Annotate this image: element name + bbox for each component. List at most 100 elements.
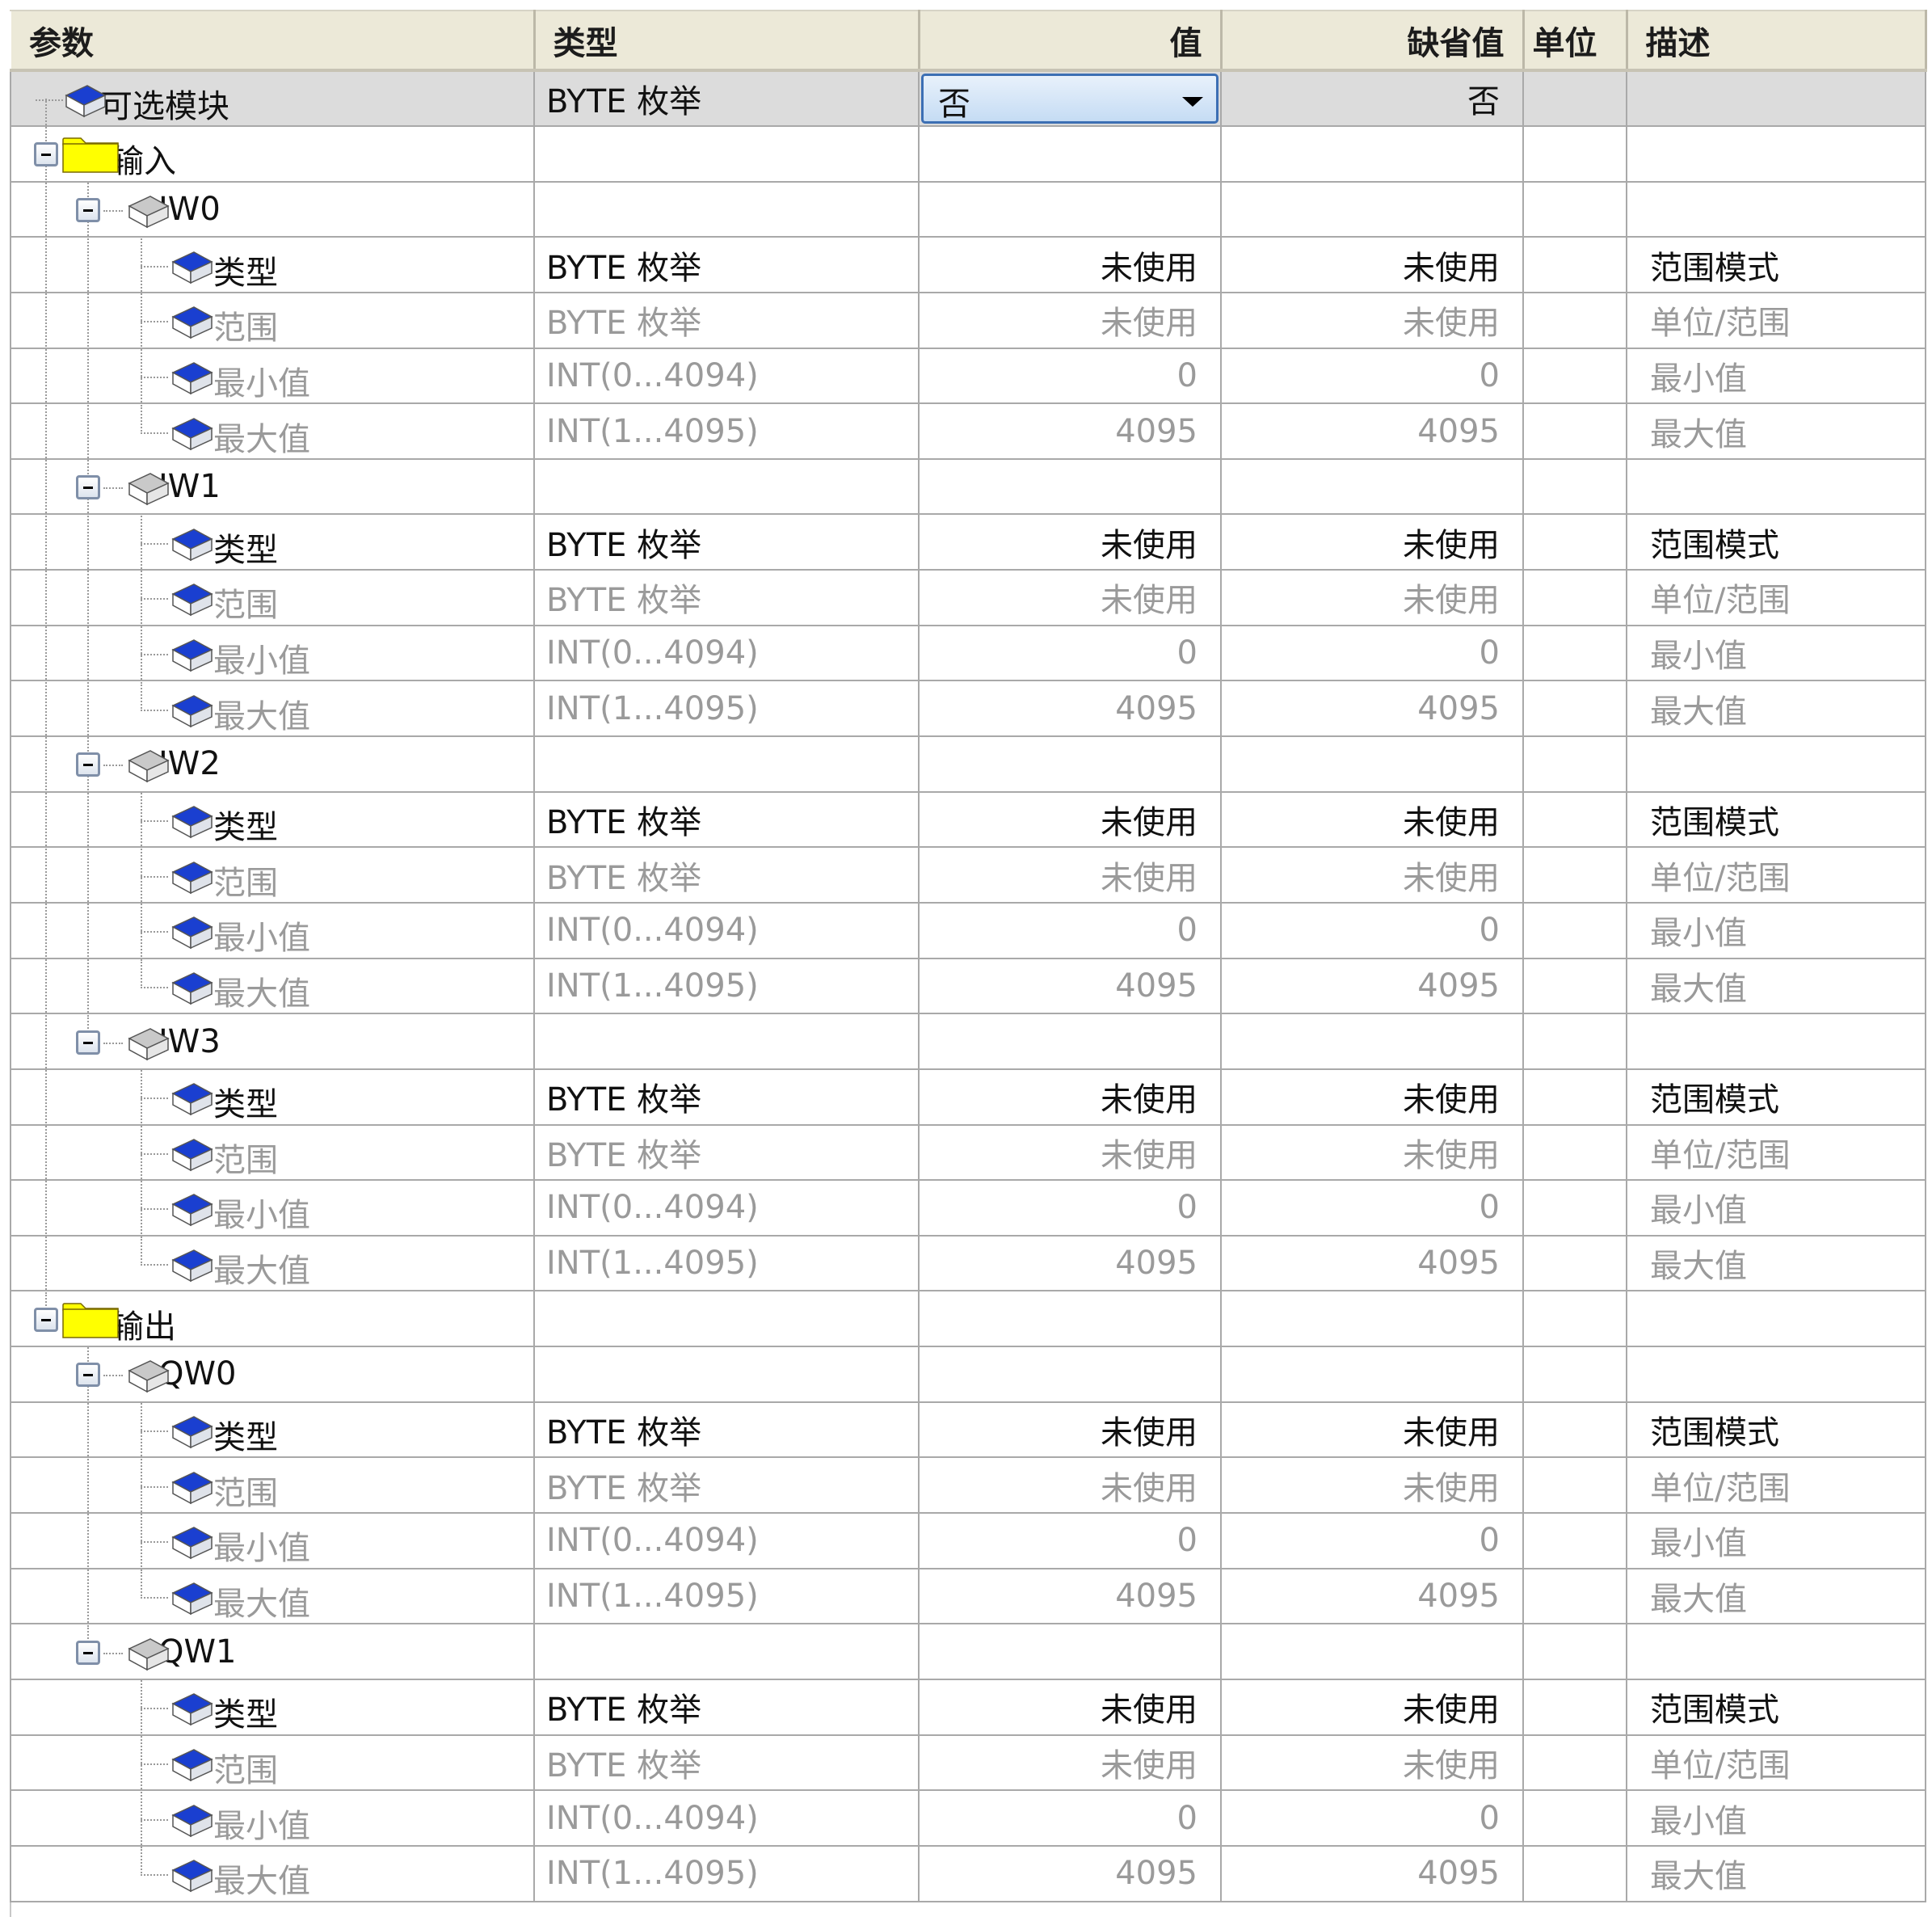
value-cell[interactable]: 未使用 — [919, 570, 1222, 626]
parameter-row[interactable]: 最大值 INT(1...4095) 4095 4095 最大值 — [10, 958, 1926, 1015]
tree-node[interactable]: 最大值 — [12, 404, 532, 457]
value-cell[interactable]: 未使用 — [919, 1734, 1222, 1792]
tree-node[interactable]: 可选模块 — [12, 72, 532, 124]
value-cell[interactable]: 4095 — [919, 680, 1222, 738]
parameter-row[interactable]: 可选模块 BYTE 枚举否否 — [10, 70, 1926, 127]
column-header-default[interactable]: 缺省值 — [1220, 10, 1525, 72]
value-cell[interactable] — [919, 1346, 1222, 1403]
tree-node[interactable]: 类型 — [12, 1070, 532, 1123]
collapse-toggle-icon[interactable] — [76, 475, 100, 500]
collapse-toggle-icon[interactable] — [34, 1307, 58, 1332]
value-cell[interactable]: 未使用 — [919, 1679, 1222, 1736]
parameter-row[interactable]: 范围 BYTE 枚举 未使用 未使用 单位/范围 — [10, 1457, 1926, 1515]
parameter-row[interactable]: 最大值 INT(1...4095) 4095 4095 最大值 — [10, 1568, 1926, 1625]
tree-node[interactable]: 最大值 — [12, 958, 532, 1013]
value-cell[interactable]: 未使用 — [919, 292, 1222, 349]
channel-row[interactable]: QW0 — [10, 1346, 1926, 1403]
collapse-toggle-icon[interactable] — [34, 142, 58, 167]
folder-row[interactable]: 输出 — [10, 1291, 1926, 1348]
tree-node[interactable]: 最小值 — [12, 1791, 532, 1844]
parameter-row[interactable]: 最大值 INT(1...4095) 4095 4095 最大值 — [10, 680, 1926, 738]
channel-row[interactable]: IW3 — [10, 1013, 1926, 1070]
value-cell[interactable]: 未使用 — [919, 237, 1222, 293]
tree-node[interactable]: 最小值 — [12, 1181, 532, 1234]
column-header-description[interactable]: 描述 — [1626, 10, 1927, 72]
channel-row[interactable]: IW1 — [10, 458, 1926, 516]
tree-node[interactable]: 范围 — [12, 571, 532, 624]
collapse-toggle-icon[interactable] — [76, 752, 100, 777]
parameter-row[interactable]: 类型 BYTE 枚举 未使用 未使用 范围模式 — [10, 514, 1926, 571]
parameter-row[interactable]: 最大值 INT(1...4095) 4095 4095 最大值 — [10, 1235, 1926, 1292]
parameter-row[interactable]: 最小值 INT(0...4094) 0 0 最小值 — [10, 1180, 1926, 1237]
value-cell[interactable]: 4095 — [919, 958, 1222, 1015]
value-cell[interactable] — [919, 1624, 1222, 1680]
parameter-row[interactable]: 类型 BYTE 枚举 未使用 未使用 范围模式 — [10, 237, 1926, 293]
tree-node[interactable]: 最小值 — [12, 348, 532, 402]
parameter-row[interactable]: 范围 BYTE 枚举 未使用 未使用 单位/范围 — [10, 1124, 1926, 1182]
collapse-toggle-icon[interactable] — [76, 1363, 100, 1388]
tree-node[interactable]: 范围 — [12, 1458, 532, 1512]
value-cell[interactable] — [919, 1013, 1222, 1070]
channel-row[interactable]: QW1 — [10, 1624, 1926, 1680]
parameter-row[interactable]: 最大值 INT(1...4095) 4095 4095 最大值 — [10, 403, 1926, 460]
value-cell[interactable]: 未使用 — [919, 1124, 1222, 1182]
value-cell[interactable]: 未使用 — [919, 514, 1222, 571]
value-cell[interactable]: 4095 — [919, 1568, 1222, 1625]
tree-node[interactable]: 范围 — [12, 1125, 532, 1179]
tree-node[interactable]: 最小值 — [12, 1514, 532, 1567]
chevron-down-icon[interactable] — [1182, 97, 1203, 107]
value-cell[interactable]: 4095 — [919, 403, 1222, 460]
value-cell[interactable]: 0 — [919, 1180, 1222, 1237]
tree-node[interactable]: QW0 — [12, 1347, 532, 1401]
value-cell[interactable] — [919, 126, 1222, 183]
tree-node[interactable]: 最大值 — [12, 1237, 532, 1290]
value-cell[interactable]: 未使用 — [919, 847, 1222, 904]
channel-row[interactable]: IW0 — [10, 181, 1926, 238]
value-cell[interactable]: 0 — [919, 348, 1222, 405]
parameter-row[interactable]: 范围 BYTE 枚举 未使用 未使用 单位/范围 — [10, 1734, 1926, 1792]
collapse-toggle-icon[interactable] — [76, 1640, 100, 1665]
value-cell[interactable]: 0 — [919, 1513, 1222, 1569]
tree-node[interactable]: 范围 — [12, 1735, 532, 1789]
value-cell[interactable]: 未使用 — [919, 1401, 1222, 1459]
value-cell[interactable] — [919, 458, 1222, 516]
tree-node[interactable]: IW2 — [12, 737, 532, 790]
column-header-value[interactable]: 值 — [918, 10, 1223, 72]
parameter-row[interactable]: 范围 BYTE 枚举 未使用 未使用 单位/范围 — [10, 292, 1926, 349]
value-cell[interactable]: 0 — [919, 902, 1222, 959]
value-cell[interactable]: 0 — [919, 625, 1222, 682]
parameter-row[interactable]: 最小值 INT(0...4094) 0 0 最小值 — [10, 1513, 1926, 1569]
tree-node[interactable]: 范围 — [12, 293, 532, 347]
tree-node[interactable]: 类型 — [12, 793, 532, 846]
tree-node[interactable]: 最大值 — [12, 1569, 532, 1623]
value-cell[interactable] — [919, 1291, 1222, 1348]
collapse-toggle-icon[interactable] — [76, 197, 100, 222]
tree-node[interactable]: 输入 — [12, 127, 532, 180]
column-header-parameter[interactable]: 参数 — [10, 10, 536, 72]
parameter-row[interactable]: 类型 BYTE 枚举 未使用 未使用 范围模式 — [10, 791, 1926, 849]
folder-row[interactable]: 输入 — [10, 126, 1926, 183]
column-header-type[interactable]: 类型 — [533, 10, 920, 72]
tree-node[interactable]: 最大值 — [12, 681, 532, 735]
parameter-row[interactable]: 最大值 INT(1...4095) 4095 4095 最大值 — [10, 1845, 1926, 1902]
column-header-unit[interactable]: 单位 — [1522, 10, 1628, 72]
parameter-row[interactable]: 范围 BYTE 枚举 未使用 未使用 单位/范围 — [10, 847, 1926, 904]
tree-node[interactable]: QW1 — [12, 1624, 532, 1678]
value-cell[interactable] — [919, 181, 1222, 238]
parameter-row[interactable]: 类型 BYTE 枚举 未使用 未使用 范围模式 — [10, 1401, 1926, 1459]
value-cell[interactable]: 0 — [919, 1790, 1222, 1847]
parameter-row[interactable]: 类型 BYTE 枚举 未使用 未使用 范围模式 — [10, 1679, 1926, 1736]
parameter-row[interactable]: 最小值 INT(0...4094) 0 0 最小值 — [10, 348, 1926, 405]
value-cell[interactable]: 4095 — [919, 1235, 1222, 1292]
collapse-toggle-icon[interactable] — [76, 1030, 100, 1055]
tree-node[interactable]: 范围 — [12, 848, 532, 901]
value-cell[interactable]: 未使用 — [919, 1457, 1222, 1515]
tree-node[interactable]: 类型 — [12, 515, 532, 569]
value-cell[interactable]: 否 — [919, 70, 1222, 127]
parameter-row[interactable]: 最小值 INT(0...4094) 0 0 最小值 — [10, 1790, 1926, 1847]
tree-node[interactable]: IW3 — [12, 1014, 532, 1068]
tree-node[interactable]: 输出 — [12, 1291, 532, 1345]
parameter-row[interactable]: 最小值 INT(0...4094) 0 0 最小值 — [10, 625, 1926, 682]
parameter-row[interactable]: 类型 BYTE 枚举 未使用 未使用 范围模式 — [10, 1068, 1926, 1126]
channel-row[interactable]: IW2 — [10, 736, 1926, 793]
